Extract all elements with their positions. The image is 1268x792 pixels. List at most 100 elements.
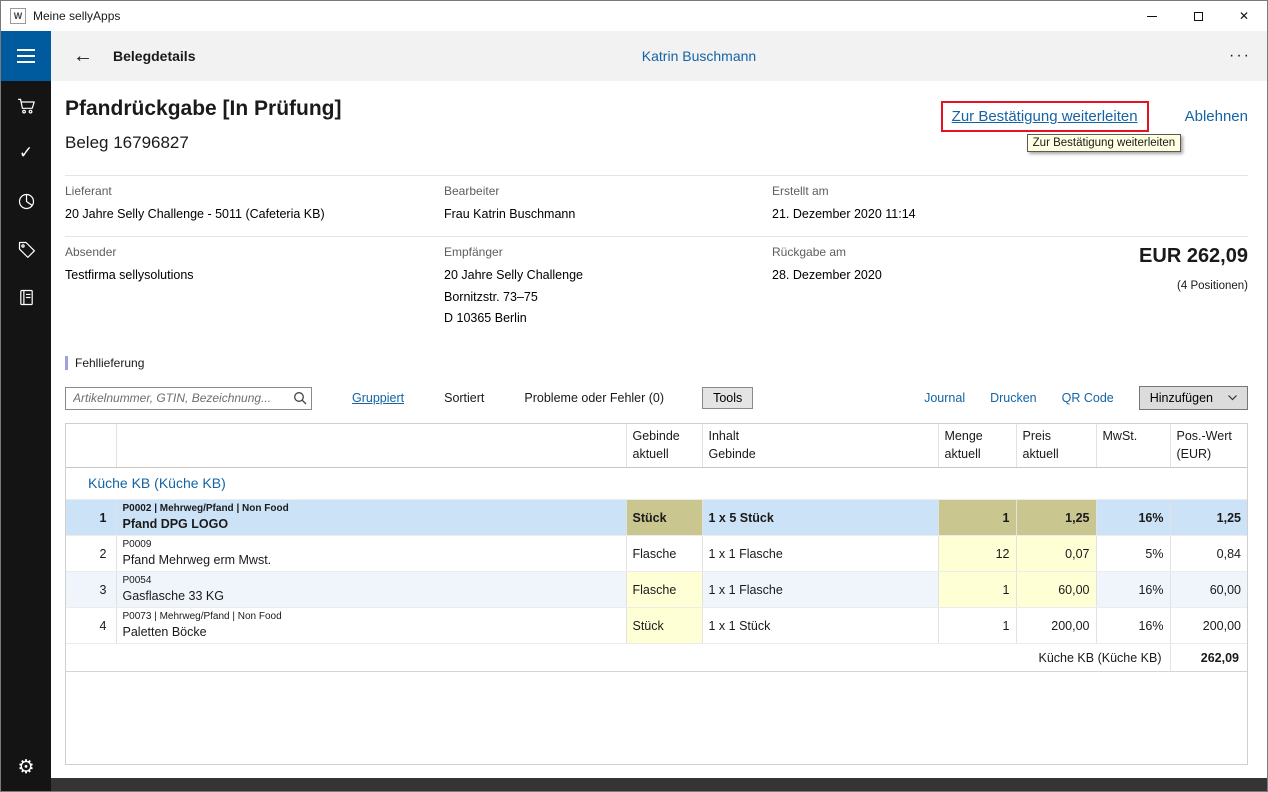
sidebar-item-cart[interactable] xyxy=(1,81,51,129)
field-rueckgabe-am: Rückgabe am 28. Dezember 2020 xyxy=(772,245,1078,329)
fields-row-2: Absender Testfirma sellysolutions Empfän… xyxy=(65,237,1248,340)
grouped-toggle[interactable]: Gruppiert xyxy=(352,391,404,405)
close-button[interactable]: ✕ xyxy=(1221,1,1267,31)
mwst-cell[interactable]: 16% xyxy=(1096,608,1170,644)
menge-cell[interactable]: 1 xyxy=(938,500,1016,536)
group-total-label: Küche KB (Küche KB) xyxy=(66,644,1170,672)
article-cell[interactable]: P0009 Pfand Mehrweg erm Mwst. xyxy=(116,536,626,572)
journal-link[interactable]: Journal xyxy=(924,391,965,405)
menge-cell[interactable]: 1 xyxy=(938,572,1016,608)
mwst-cell[interactable]: 16% xyxy=(1096,500,1170,536)
maximize-button[interactable] xyxy=(1175,1,1221,31)
poswert-cell[interactable]: 60,00 xyxy=(1170,572,1247,608)
gebinde-cell[interactable]: Stück xyxy=(626,608,702,644)
minimize-icon xyxy=(1147,16,1157,17)
article-name: Paletten Böcke xyxy=(123,624,620,640)
article-cell[interactable]: P0002 | Mehrweg/Pfand | Non Food Pfand D… xyxy=(116,500,626,536)
reject-link[interactable]: Ablehnen xyxy=(1185,108,1248,125)
preis-cell[interactable]: 1,25 xyxy=(1016,500,1096,536)
tag-label: Fehllieferung xyxy=(75,356,144,370)
add-button-label: Hinzufügen xyxy=(1150,391,1213,405)
gebinde-cell[interactable]: Flasche xyxy=(626,536,702,572)
col-number-header xyxy=(66,424,116,468)
inhalt-cell[interactable]: 1 x 5 Stück xyxy=(702,500,938,536)
field-value: 20 Jahre Selly Challenge Bornitzstr. 73–… xyxy=(444,265,772,329)
col-gebinde-header[interactable]: Gebinde aktuell xyxy=(626,424,702,468)
table-row[interactable]: 2 P0009 Pfand Mehrweg erm Mwst. Flasche … xyxy=(66,536,1247,572)
article-cell[interactable]: P0073 | Mehrweg/Pfand | Non Food Palette… xyxy=(116,608,626,644)
document-fields: Lieferant 20 Jahre Selly Challenge - 501… xyxy=(65,175,1248,340)
preis-cell[interactable]: 60,00 xyxy=(1016,572,1096,608)
mwst-cell[interactable]: 5% xyxy=(1096,536,1170,572)
inhalt-cell[interactable]: 1 x 1 Flasche xyxy=(702,572,938,608)
preis-cell[interactable]: 200,00 xyxy=(1016,608,1096,644)
col-mwst-header[interactable]: MwSt. xyxy=(1096,424,1170,468)
total-positions: (4 Positionen) xyxy=(1078,280,1248,292)
search-icon[interactable] xyxy=(293,391,307,405)
group-header-row[interactable]: Küche KB (Küche KB) xyxy=(66,468,1247,500)
forward-link-highlight: Zur Bestätigung weiterleiten Zur Bestäti… xyxy=(941,101,1149,132)
tools-button[interactable]: Tools xyxy=(702,387,753,409)
table-row[interactable]: 4 P0073 | Mehrweg/Pfand | Non Food Palet… xyxy=(66,608,1247,644)
field-empfaenger: Empfänger 20 Jahre Selly Challenge Borni… xyxy=(444,245,772,329)
app-header: ← Belegdetails Katrin Buschmann ··· xyxy=(51,31,1267,81)
back-button[interactable]: ← xyxy=(73,46,93,66)
field-value: Frau Katrin Buschmann xyxy=(444,204,772,225)
col-inhalt-header[interactable]: Inhalt Gebinde xyxy=(702,424,938,468)
article-code: P0054 xyxy=(123,574,620,587)
table-header-row: Gebinde aktuell Inhalt Gebinde Menge akt… xyxy=(66,424,1247,468)
gebinde-cell[interactable]: Stück xyxy=(626,500,702,536)
sidebar-item-tag[interactable] xyxy=(1,225,51,273)
poswert-cell[interactable]: 0,84 xyxy=(1170,536,1247,572)
poswert-cell[interactable]: 200,00 xyxy=(1170,608,1247,644)
menge-cell[interactable]: 1 xyxy=(938,608,1016,644)
print-link[interactable]: Drucken xyxy=(990,391,1037,405)
col-preis-header[interactable]: Preis aktuell xyxy=(1016,424,1096,468)
cart-icon xyxy=(16,95,37,116)
table-row[interactable]: 3 P0054 Gasflasche 33 KG Flasche 1 x 1 F… xyxy=(66,572,1247,608)
field-absender: Absender Testfirma sellysolutions xyxy=(65,245,444,329)
field-label: Rückgabe am xyxy=(772,245,1078,259)
group-title[interactable]: Küche KB (Küche KB) xyxy=(66,468,1247,500)
article-code: P0073 | Mehrweg/Pfand | Non Food xyxy=(123,610,620,623)
poswert-cell[interactable]: 1,25 xyxy=(1170,500,1247,536)
article-cell[interactable]: P0054 Gasflasche 33 KG xyxy=(116,572,626,608)
sidebar-item-statistics[interactable] xyxy=(1,177,51,225)
field-label: Bearbeiter xyxy=(444,184,772,198)
gebinde-cell[interactable]: Flasche xyxy=(626,572,702,608)
minimize-button[interactable] xyxy=(1129,1,1175,31)
qr-code-link[interactable]: QR Code xyxy=(1062,391,1114,405)
col-poswert-header[interactable]: Pos.-Wert (EUR) xyxy=(1170,424,1247,468)
more-options-button[interactable]: ··· xyxy=(1229,47,1251,65)
sorted-toggle[interactable]: Sortiert xyxy=(444,391,484,405)
row-number[interactable]: 3 xyxy=(66,572,116,608)
inhalt-cell[interactable]: 1 x 1 Stück xyxy=(702,608,938,644)
menge-cell[interactable]: 12 xyxy=(938,536,1016,572)
sidebar-item-book[interactable] xyxy=(1,273,51,321)
tag-icon xyxy=(16,239,37,260)
forward-for-confirmation-link[interactable]: Zur Bestätigung weiterleiten xyxy=(952,108,1138,125)
col-menge-header[interactable]: Menge aktuell xyxy=(938,424,1016,468)
problems-filter[interactable]: Probleme oder Fehler (0) xyxy=(524,391,664,405)
document-tag: Fehllieferung xyxy=(65,356,1248,370)
book-icon xyxy=(16,287,37,308)
sidebar-item-check[interactable]: ✓ xyxy=(1,129,51,177)
window-title: Meine sellyApps xyxy=(33,9,120,23)
row-number[interactable]: 4 xyxy=(66,608,116,644)
preis-cell[interactable]: 0,07 xyxy=(1016,536,1096,572)
field-lieferant: Lieferant 20 Jahre Selly Challenge - 501… xyxy=(65,184,444,225)
field-value: 21. Dezember 2020 11:14 xyxy=(772,204,1078,225)
document-titles: Pfandrückgabe [In Prüfung] Beleg 1679682… xyxy=(65,89,342,153)
hamburger-menu-button[interactable] xyxy=(1,31,51,81)
field-erstellt-am: Erstellt am 21. Dezember 2020 11:14 xyxy=(772,184,1078,225)
row-number[interactable]: 1 xyxy=(66,500,116,536)
mwst-cell[interactable]: 16% xyxy=(1096,572,1170,608)
add-button[interactable]: Hinzufügen xyxy=(1139,386,1248,410)
row-number[interactable]: 2 xyxy=(66,536,116,572)
inhalt-cell[interactable]: 1 x 1 Flasche xyxy=(702,536,938,572)
search-input[interactable] xyxy=(65,387,312,410)
current-user-link[interactable]: Katrin Buschmann xyxy=(642,48,756,64)
maximize-icon xyxy=(1194,12,1203,21)
table-row[interactable]: 1 P0002 | Mehrweg/Pfand | Non Food Pfand… xyxy=(66,500,1247,536)
sidebar-item-settings[interactable]: ⚙ xyxy=(1,753,51,781)
